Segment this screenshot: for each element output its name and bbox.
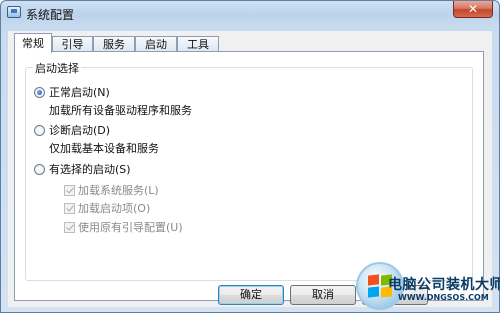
diagnostic-startup-description: 仅加载基本设备和服务 [49, 142, 159, 155]
normal-startup-label: 正常启动(N) [49, 86, 110, 99]
watermark-url: WWW.DNGSOS.COM [398, 293, 489, 302]
load-system-services-label: 加载系统服务(L) [78, 184, 159, 197]
tab-tools[interactable]: 工具 [177, 36, 219, 52]
radio-button[interactable] [34, 164, 45, 175]
close-button[interactable]: ✕ [453, 1, 493, 18]
diagnostic-startup-label: 诊断启动(D) [49, 124, 111, 137]
window-title: 系统配置 [26, 8, 75, 22]
use-original-boot-config-label: 使用原有引导配置(U) [78, 221, 183, 234]
tab-general[interactable]: 常规 [14, 33, 52, 53]
checkbox-checked-disabled[interactable] [64, 185, 75, 196]
checkbox-checked-disabled[interactable] [64, 203, 75, 214]
title-bar[interactable]: 系统配置 ✕ [1, 1, 499, 25]
startup-selection-group: 启动选择 正常启动(N) 加载所有设备驱动程序和服务 诊断启动(D) 仅加载基本… [25, 60, 473, 281]
cancel-button[interactable]: 取消 [290, 285, 356, 305]
radio-button[interactable] [34, 125, 45, 136]
checkbox-checked-disabled[interactable] [64, 222, 75, 233]
selective-startup-label: 有选择的启动(S) [49, 163, 131, 176]
group-title: 启动选择 [33, 60, 81, 76]
ok-button[interactable]: 确定 [218, 285, 284, 305]
tab-services[interactable]: 服务 [93, 36, 135, 52]
watermark-title: 电脑公司装机大师 [388, 277, 500, 293]
normal-startup-description: 加载所有设备驱动程序和服务 [49, 104, 192, 117]
tab-boot[interactable]: 引导 [52, 36, 93, 52]
tab-startup[interactable]: 启动 [135, 36, 177, 52]
radio-button-selected[interactable] [34, 87, 45, 98]
msconfig-app-icon [7, 6, 21, 18]
site-watermark: 电脑公司装机大师 WWW.DNGSOS.COM [356, 262, 500, 313]
load-startup-items-label: 加载启动项(O) [78, 202, 151, 215]
